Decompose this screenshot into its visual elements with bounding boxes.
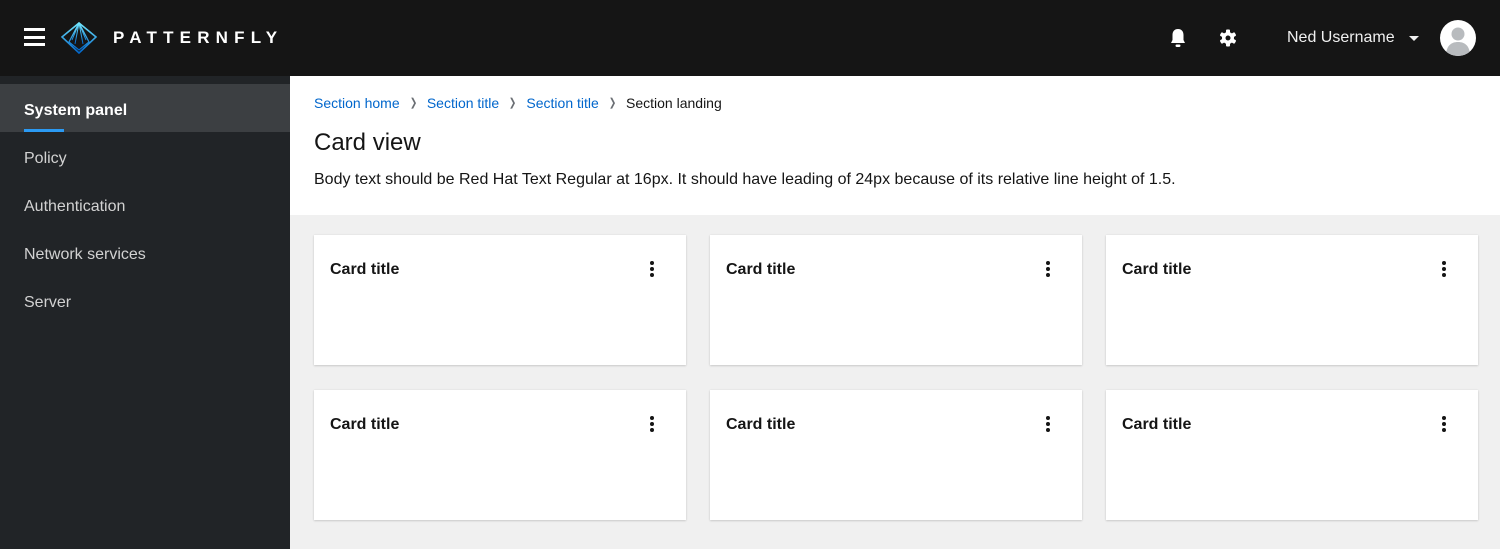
breadcrumb-link[interactable]: Section home — [314, 94, 400, 112]
masthead: PATTERNFLY Ned Username — [0, 0, 1500, 76]
kebab-menu-icon[interactable] — [1437, 414, 1451, 434]
breadcrumb-link[interactable]: Section title — [427, 94, 499, 112]
sidebar-item-label: System panel — [24, 102, 128, 119]
card[interactable]: Card title — [314, 390, 686, 520]
sidebar-item-label: Server — [24, 294, 72, 311]
kebab-menu-icon[interactable] — [1437, 259, 1451, 279]
card[interactable]: Card title — [1106, 235, 1478, 365]
avatar[interactable] — [1440, 20, 1476, 56]
sidebar-nav: System panel Policy Authentication Netwo… — [0, 76, 290, 549]
hamburger-menu-icon[interactable] — [24, 28, 45, 46]
card-title: Card title — [330, 261, 400, 278]
bell-icon[interactable] — [1168, 27, 1188, 49]
card[interactable]: Card title — [1106, 390, 1478, 520]
card-title: Card title — [330, 416, 400, 433]
brand-name[interactable]: PATTERNFLY — [113, 28, 283, 48]
sidebar-item-label: Network services — [24, 246, 146, 263]
kebab-menu-icon[interactable] — [645, 259, 659, 279]
card-title: Card title — [726, 261, 796, 278]
avatar-icon — [1446, 27, 1470, 56]
kebab-menu-icon[interactable] — [1041, 414, 1055, 434]
page-header: Section home ❯ Section title ❯ Section t… — [290, 76, 1500, 215]
user-name: Ned Username — [1287, 29, 1395, 46]
sidebar-item-label: Authentication — [24, 198, 126, 215]
sidebar-item-network-services[interactable]: Network services — [0, 228, 290, 276]
sidebar-item-system-panel[interactable]: System panel — [0, 84, 290, 132]
chevron-right-icon: ❯ — [409, 97, 417, 109]
gear-icon[interactable] — [1218, 27, 1238, 49]
card[interactable]: Card title — [314, 235, 686, 365]
sidebar-item-authentication[interactable]: Authentication — [0, 180, 290, 228]
breadcrumb-current: Section landing — [626, 95, 722, 111]
card-title: Card title — [1122, 261, 1192, 278]
card-title: Card title — [726, 416, 796, 433]
card-title: Card title — [1122, 416, 1192, 433]
chevron-right-icon: ❯ — [608, 97, 617, 109]
sidebar-item-label: Policy — [24, 150, 67, 167]
chevron-right-icon: ❯ — [509, 97, 517, 109]
kebab-menu-icon[interactable] — [1041, 259, 1055, 279]
page-title: Card view — [314, 129, 421, 156]
breadcrumb-link[interactable]: Section title — [526, 94, 598, 112]
page-description: Body text should be Red Hat Text Regular… — [314, 171, 1176, 188]
kebab-menu-icon[interactable] — [645, 414, 659, 434]
card[interactable]: Card title — [710, 390, 1082, 520]
caret-down-icon — [1408, 35, 1419, 41]
user-dropdown-toggle[interactable]: Ned Username — [1287, 26, 1419, 50]
card[interactable]: Card title — [710, 235, 1082, 365]
sidebar-item-server[interactable]: Server — [0, 276, 290, 324]
patternfly-logo-icon[interactable] — [61, 22, 97, 54]
breadcrumb: Section home ❯ Section title ❯ Section t… — [314, 94, 722, 112]
sidebar-item-policy[interactable]: Policy — [0, 132, 290, 180]
